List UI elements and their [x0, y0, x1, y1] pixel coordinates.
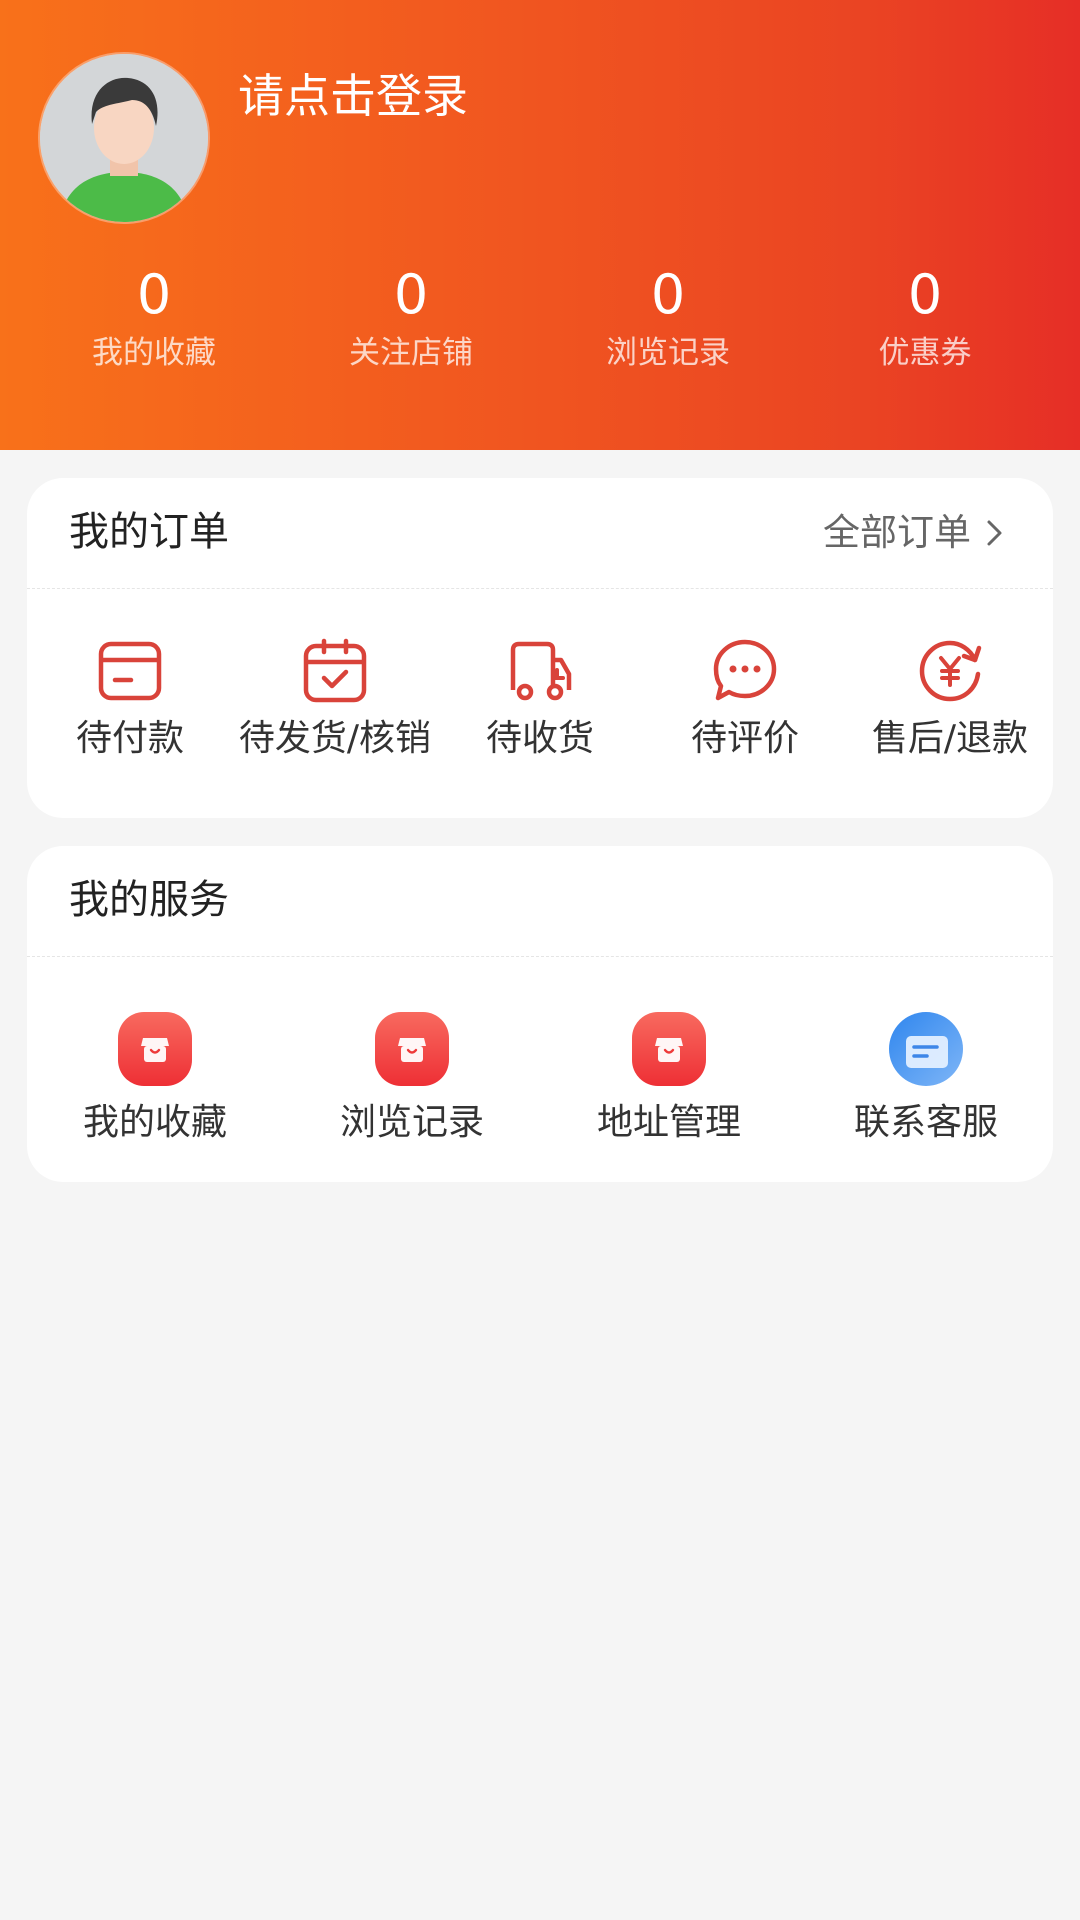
order-item-label: 待收货: [485, 718, 594, 759]
stat-coupons[interactable]: 0 优惠券: [815, 260, 1035, 376]
stat-label: 优惠券: [878, 335, 972, 371]
chevron-right-icon: [987, 520, 1002, 546]
order-item-label: 待发货/核销: [238, 718, 432, 759]
stat-favorites[interactable]: 0 我的收藏: [44, 260, 264, 376]
order-pending-payment[interactable]: 待付款: [27, 588, 233, 764]
stat-followed-shops[interactable]: 0 关注店铺: [301, 260, 521, 376]
stat-value: 0: [393, 263, 429, 326]
wallet-icon: [98, 641, 162, 701]
order-item-label: 待付款: [75, 718, 184, 759]
services-card-header: 我的服务: [27, 846, 1053, 957]
avatar-icon: [40, 54, 208, 222]
avatar[interactable]: [40, 54, 208, 222]
order-pending-review[interactable]: 待评价: [642, 588, 848, 764]
order-pending-receipt[interactable]: 待收货: [437, 588, 643, 764]
orders-card: 我的订单 全部订单 待付款 待发货/核销 待收货 待评价 售后/退款: [27, 478, 1053, 818]
delivery-truck-icon: [510, 641, 572, 701]
service-browse-history[interactable]: 浏览记录: [284, 956, 540, 1148]
profile-header: 请点击登录 0 我的收藏 0 关注店铺 0 浏览记录 0 优惠券: [0, 0, 1080, 450]
stat-value: 0: [650, 263, 686, 326]
service-address-management[interactable]: 地址管理: [541, 956, 797, 1148]
order-item-label: 售后/退款: [871, 718, 1029, 759]
stat-value: 0: [907, 263, 943, 326]
services-card: 我的服务 我的收藏 浏览记录 地址管理 联系客服: [27, 846, 1053, 1182]
stat-browse-history[interactable]: 0 浏览记录: [558, 260, 778, 376]
service-favorites[interactable]: 我的收藏: [27, 956, 283, 1148]
calendar-check-icon: [303, 638, 367, 703]
all-orders-label: 全部订单: [823, 511, 971, 554]
orders-title: 我的订单: [69, 509, 229, 555]
stat-label: 我的收藏: [92, 335, 216, 371]
order-item-label: 待评价: [690, 718, 799, 759]
stat-value: 0: [136, 263, 172, 326]
orders-card-header: 我的订单 全部订单: [27, 478, 1053, 589]
order-status-row: 待付款 待发货/核销 待收货 待评价 售后/退款: [27, 588, 1053, 818]
stat-label: 关注店铺: [349, 335, 473, 371]
refund-yen-icon: [919, 640, 982, 702]
store-icon: [118, 1012, 192, 1086]
login-prompt[interactable]: 请点击登录: [238, 66, 468, 126]
service-label: 我的收藏: [82, 1102, 227, 1143]
order-after-sales[interactable]: 售后/退款: [847, 588, 1053, 764]
service-label: 联系客服: [853, 1102, 998, 1143]
chat-bubble-icon: [713, 639, 777, 701]
store-icon: [632, 1012, 706, 1086]
service-label: 浏览记录: [339, 1102, 484, 1143]
services-title: 我的服务: [69, 877, 229, 923]
service-contact-support[interactable]: 联系客服: [798, 956, 1054, 1148]
store-icon: [375, 1012, 449, 1086]
order-pending-shipment[interactable]: 待发货/核销: [232, 588, 438, 764]
services-row: 我的收藏 浏览记录 地址管理 联系客服: [27, 956, 1053, 1186]
stats-row: 0 我的收藏 0 关注店铺 0 浏览记录 0 优惠券: [0, 260, 1080, 390]
service-label: 地址管理: [596, 1102, 741, 1143]
all-orders-link[interactable]: 全部订单: [823, 506, 1005, 560]
stat-label: 浏览记录: [606, 335, 730, 371]
customer-service-icon: [889, 1012, 963, 1086]
